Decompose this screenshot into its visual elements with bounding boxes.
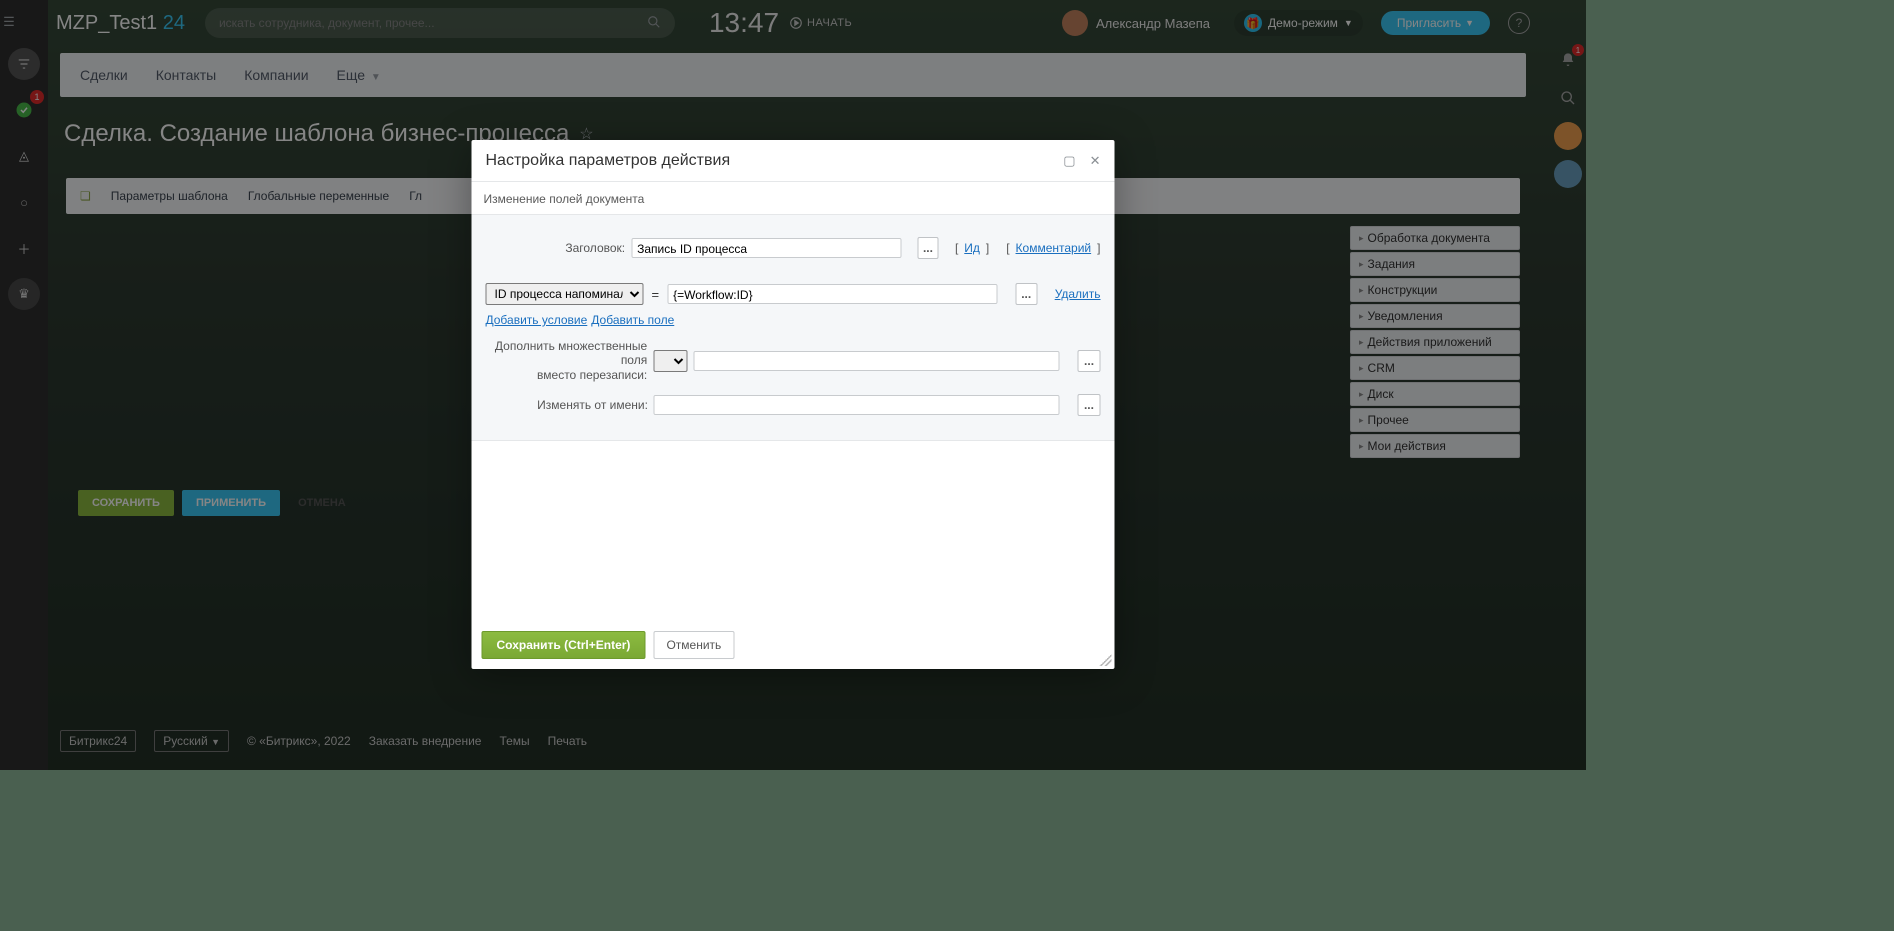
multi-picker-button[interactable]: ... bbox=[1078, 350, 1101, 372]
modal-save-button[interactable]: Сохранить (Ctrl+Enter) bbox=[482, 631, 646, 659]
change-as-label: Изменять от имени: bbox=[486, 398, 648, 412]
multi-select[interactable] bbox=[653, 350, 688, 372]
multi-label: Дополнить множественные поля вместо пере… bbox=[486, 339, 648, 382]
dialog-title: Настройка параметров действия bbox=[486, 152, 731, 170]
change-as-picker-button[interactable]: ... bbox=[1077, 394, 1100, 416]
modal-cancel-button[interactable]: Отменить bbox=[653, 631, 734, 659]
add-field-link[interactable]: Добавить поле bbox=[591, 313, 674, 327]
multi-input[interactable] bbox=[694, 351, 1060, 371]
title-label: Заголовок: bbox=[486, 241, 626, 255]
id-link[interactable]: Ид bbox=[964, 241, 980, 255]
close-icon[interactable]: ✕ bbox=[1090, 153, 1101, 169]
add-condition-link[interactable]: Добавить условие bbox=[486, 313, 588, 327]
field-value-picker-button[interactable]: ... bbox=[1015, 283, 1037, 305]
field-value-input[interactable] bbox=[667, 284, 998, 304]
comment-link[interactable]: Комментарий bbox=[1016, 241, 1092, 255]
delete-link[interactable]: Удалить bbox=[1055, 287, 1101, 301]
section-label: Изменение полей документа bbox=[472, 182, 1115, 215]
resize-grip[interactable] bbox=[1100, 654, 1112, 666]
title-picker-button[interactable]: ... bbox=[918, 237, 938, 259]
equals-label: = bbox=[652, 287, 660, 302]
maximize-icon[interactable]: ▢ bbox=[1063, 153, 1075, 169]
field-select[interactable]: ID процесса напоминалки bbox=[486, 283, 644, 305]
title-input[interactable] bbox=[631, 238, 901, 258]
dialog-header: Настройка параметров действия ▢ ✕ bbox=[472, 140, 1115, 182]
action-settings-dialog: Настройка параметров действия ▢ ✕ Измене… bbox=[472, 140, 1115, 669]
change-as-input[interactable] bbox=[654, 395, 1060, 415]
